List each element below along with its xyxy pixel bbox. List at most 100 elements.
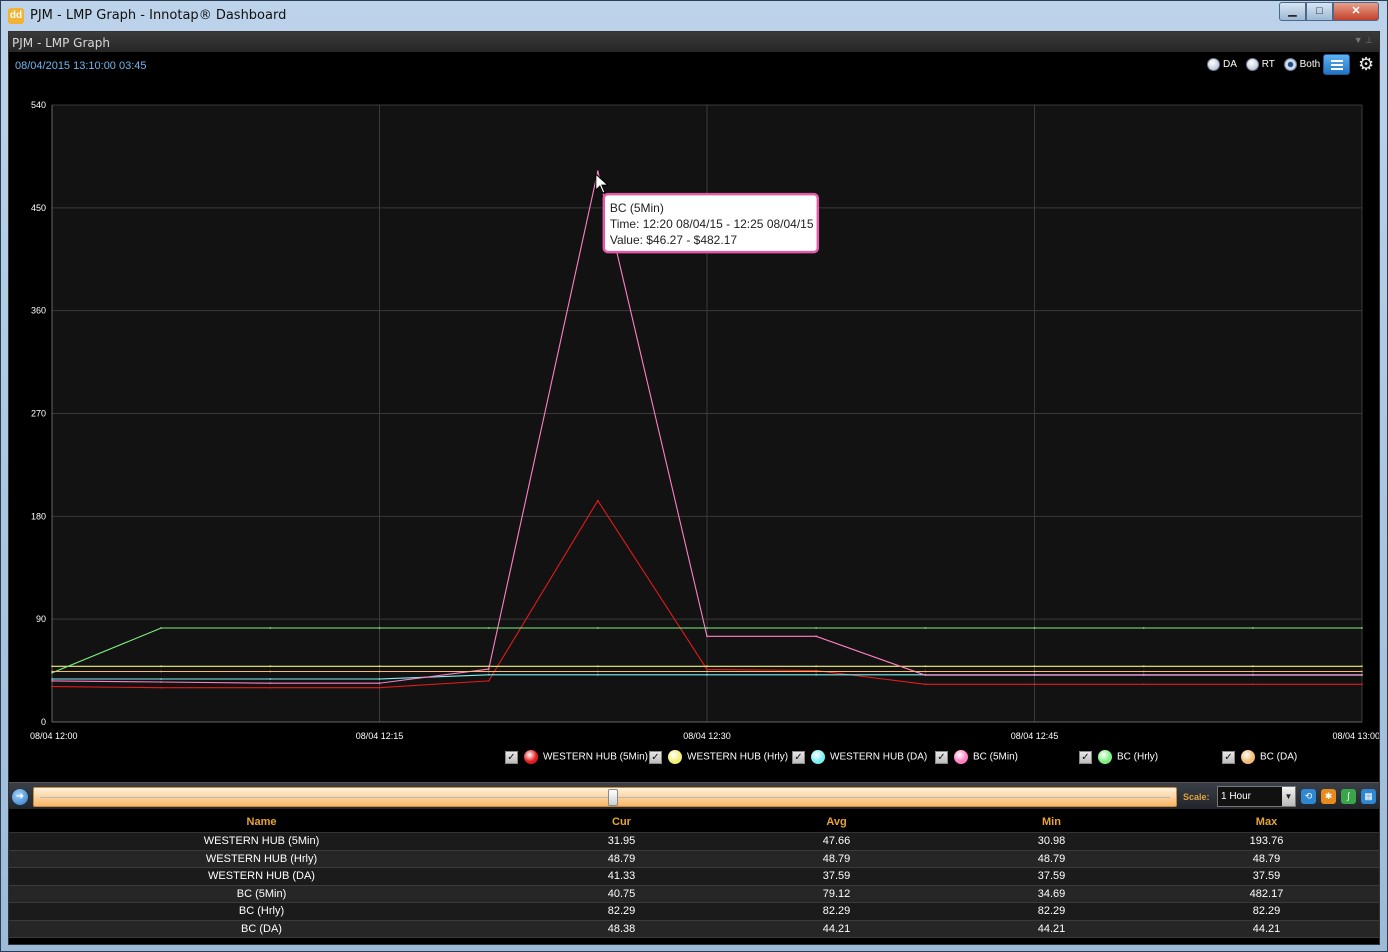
data-point — [1251, 626, 1254, 629]
legend-item[interactable]: ✓ BC (5Min) — [935, 750, 1018, 764]
app-window: dd PJM - LMP Graph - Innotap® Dashboard … — [0, 0, 1388, 952]
table-cell: 82.29 — [1252, 905, 1281, 917]
data-point — [1361, 674, 1363, 677]
filter-icon[interactable]: ✱ — [1321, 789, 1336, 804]
grid-view-icon[interactable]: ▦ — [1361, 789, 1376, 804]
table-cell: 30.98 — [1037, 835, 1066, 847]
data-point — [706, 635, 708, 638]
radio-rt[interactable]: RT — [1245, 58, 1275, 71]
col-header-max[interactable]: Max — [1159, 811, 1374, 833]
checkbox-icon[interactable]: ✓ — [505, 750, 518, 764]
lmp-graph-panel: PJM - LMP Graph ▼ ⊥ 08/04/2015 13:10:00 … — [8, 31, 1380, 945]
table-row[interactable]: WESTERN HUB (DA) 41.33 37.59 37.59 37.59 — [9, 868, 1379, 886]
table-cell: BC (Hrly) — [238, 905, 285, 917]
checkbox-icon[interactable]: ✓ — [1079, 750, 1092, 764]
trend-icon[interactable]: ∫ — [1341, 789, 1356, 804]
x-tick-label: 08/04 12:45 — [1011, 731, 1059, 741]
table-row[interactable]: BC (DA) 48.38 44.21 44.21 44.21 — [9, 920, 1379, 938]
radio-both[interactable]: Both — [1283, 58, 1320, 71]
radio-button-icon — [1207, 58, 1220, 71]
data-point — [1361, 670, 1363, 673]
checkbox-icon[interactable]: ✓ — [792, 750, 805, 764]
table-row[interactable]: WESTERN HUB (5Min) 31.95 47.66 30.98 193.76 — [9, 833, 1379, 851]
table-cell: 37.59 — [1037, 870, 1066, 882]
list-icon — [1331, 60, 1343, 62]
data-point — [1033, 683, 1036, 686]
data-point — [596, 673, 599, 676]
data-point — [1361, 683, 1363, 686]
table-cell: 48.79 — [822, 852, 851, 865]
data-point — [269, 678, 272, 681]
col-header-avg[interactable]: Avg — [729, 811, 944, 833]
title-bar[interactable]: dd PJM - LMP Graph - Innotap® Dashboard … — [1, 1, 1387, 31]
y-tick-label: 90 — [36, 614, 46, 624]
data-point — [924, 670, 927, 673]
data-point — [269, 686, 272, 689]
table-cell: 44.21 — [822, 922, 851, 935]
table-cell: 44.21 — [1252, 922, 1281, 935]
statistics-table: Name Cur Avg Min Max WESTERN HUB (5Min) 3… — [9, 811, 1379, 938]
col-header-min[interactable]: Min — [944, 811, 1159, 833]
data-point — [1251, 670, 1254, 673]
radio-da[interactable]: DA — [1207, 58, 1237, 71]
close-button[interactable]: ✕ — [1333, 2, 1379, 21]
table-cell: 47.66 — [822, 835, 851, 847]
app-logo-icon: dd — [8, 8, 24, 24]
pin-icon[interactable]: ⊥ — [1365, 35, 1373, 45]
maximize-button[interactable]: □ — [1306, 2, 1333, 21]
table-cell: 82.29 — [607, 905, 636, 917]
table-cell: 31.95 — [607, 835, 636, 847]
checkbox-icon[interactable]: ✓ — [935, 750, 948, 764]
data-point — [1142, 674, 1145, 677]
table-row[interactable]: BC (Hrly) 82.29 82.29 82.29 82.29 — [9, 903, 1379, 921]
checkbox-icon[interactable]: ✓ — [649, 750, 662, 764]
data-point — [706, 670, 708, 673]
data-timestamp: 08/04/2015 13:10:00 03:45 — [15, 60, 147, 72]
data-point — [706, 626, 708, 629]
data-point — [1142, 670, 1145, 673]
list-menu-button[interactable] — [1323, 54, 1350, 75]
data-point — [815, 626, 818, 629]
settings-gear-icon[interactable]: ⚙ — [1358, 54, 1374, 74]
table-row[interactable]: BC (5Min) 40.75 79.12 34.69 482.17 — [9, 885, 1379, 903]
table-cell: 34.69 — [1037, 887, 1066, 900]
col-header-cur[interactable]: Cur — [514, 811, 729, 833]
legend-item[interactable]: ✓ WESTERN HUB (DA) — [792, 750, 927, 764]
col-header-name[interactable]: Name — [9, 811, 514, 833]
data-point — [1361, 665, 1363, 668]
play-arrow-icon[interactable]: ➜ — [12, 789, 28, 805]
data-point — [815, 665, 818, 668]
y-tick-label: 0 — [41, 717, 46, 727]
lmp-line-chart[interactable]: 0 90 180 270 360 450 540 08/04 12:00 08/04 12:15… — [9, 82, 1379, 742]
legend-item[interactable]: ✓ BC (DA) — [1222, 750, 1297, 764]
data-point — [1142, 626, 1145, 629]
data-point — [1251, 665, 1254, 668]
legend-item[interactable]: ✓ BC (Hrly) — [1079, 750, 1158, 764]
data-point — [160, 626, 163, 629]
legend-item[interactable]: ✓ WESTERN HUB (5Min) — [505, 750, 648, 764]
data-point — [1142, 665, 1145, 668]
data-point — [487, 668, 490, 671]
time-scroller: ➜ Scale: 1 Hour ▼ ⟲ ✱ ∫ ▦ — [9, 782, 1379, 809]
panel-dropdown-icon[interactable]: ▼ — [1354, 35, 1363, 45]
scale-select[interactable]: 1 Hour ▼ — [1217, 786, 1296, 807]
radio-button-selected-icon — [1283, 58, 1297, 71]
table-cell: 48.38 — [607, 922, 636, 935]
radio-button-icon — [1245, 58, 1259, 71]
data-point — [924, 626, 927, 629]
refresh-icon[interactable]: ⟲ — [1301, 789, 1316, 804]
minimize-button[interactable]: ▁ — [1279, 2, 1306, 21]
data-point — [160, 686, 163, 689]
table-row[interactable]: WESTERN HUB (Hrly) 48.79 48.79 48.79 48.79 — [9, 850, 1379, 868]
table-cell: 48.79 — [607, 852, 636, 865]
table-cell: 37.59 — [1252, 870, 1281, 882]
legend-item[interactable]: ✓ WESTERN HUB (Hrly) — [649, 750, 788, 764]
data-point — [51, 685, 53, 688]
data-point — [160, 670, 163, 673]
chevron-down-icon[interactable]: ▼ — [1282, 787, 1295, 806]
table-cell: 82.29 — [822, 905, 851, 917]
time-range-slider[interactable] — [33, 787, 1177, 807]
table-cell: 48.79 — [1037, 852, 1066, 865]
checkbox-icon[interactable]: ✓ — [1222, 750, 1235, 764]
slider-thumb[interactable] — [608, 789, 618, 806]
